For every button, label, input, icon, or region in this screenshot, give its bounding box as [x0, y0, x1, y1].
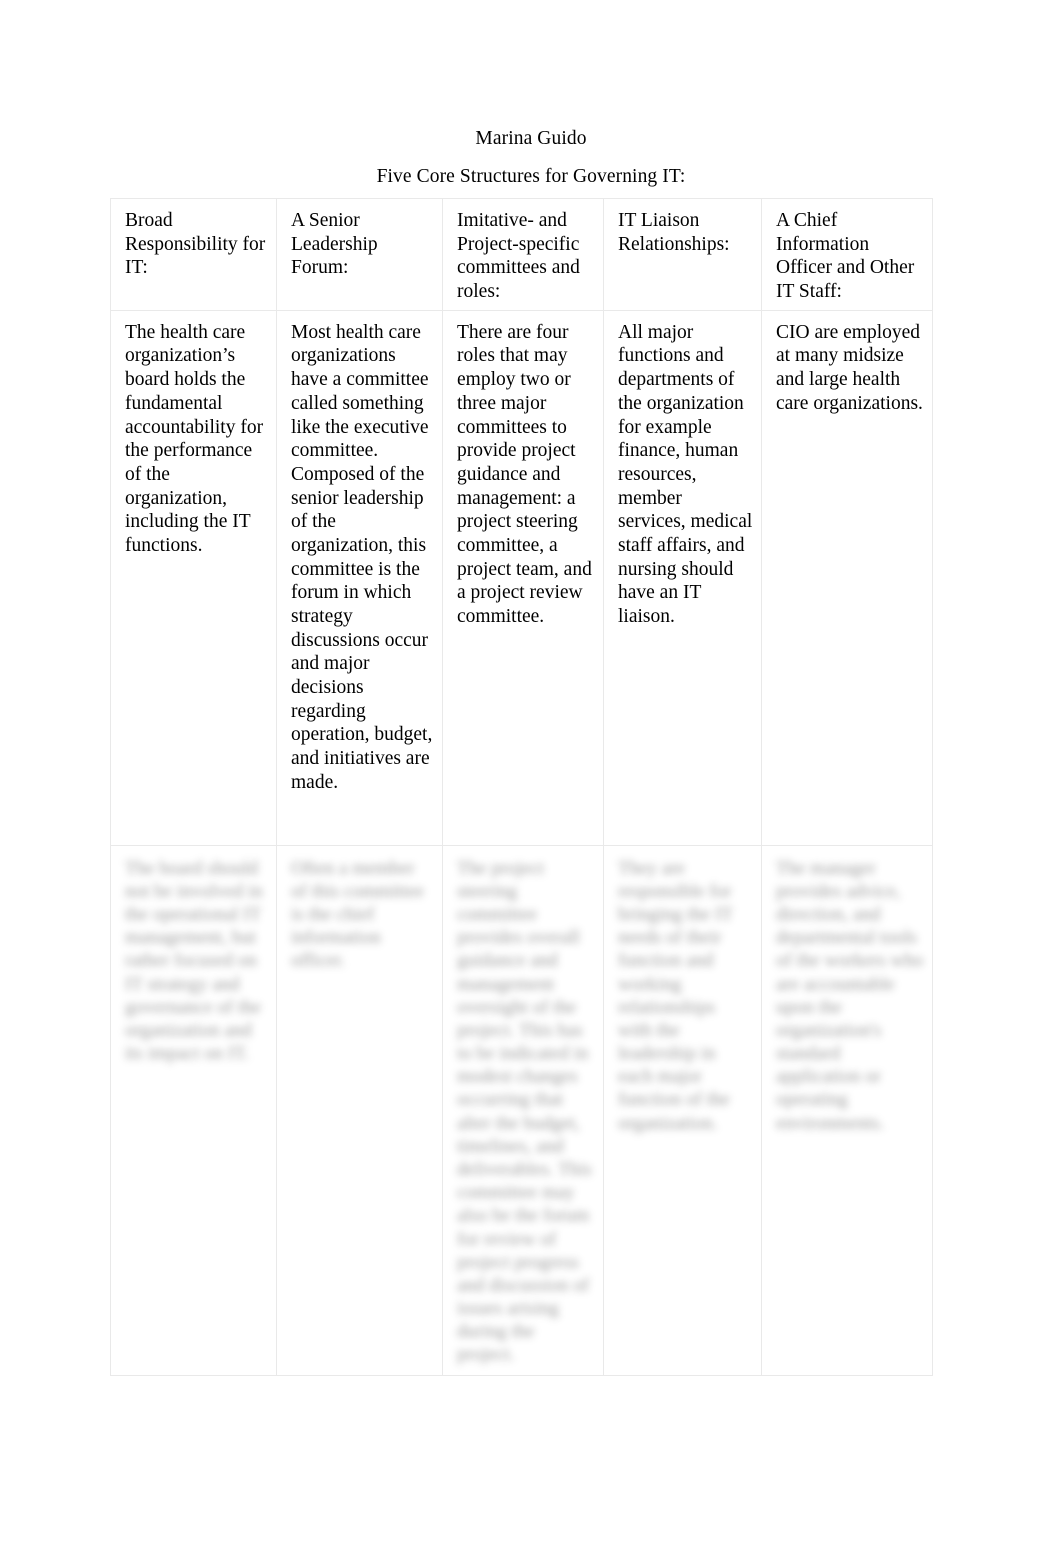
- table-cell: Often a member of this committee is the …: [276, 844, 443, 1376]
- table-cell: The health care organization’s board hol…: [110, 309, 277, 846]
- cell-text: The health care organization’s board hol…: [125, 321, 268, 556]
- header-label: IT Liaison Relationships:: [618, 210, 730, 255]
- table-cell: Most health care organizations have a co…: [276, 309, 443, 846]
- table-cell: There are four roles that may employ two…: [442, 309, 604, 846]
- cell-text: The project steering committee provides …: [457, 857, 597, 1366]
- cell-text: All major functions and departments of t…: [618, 321, 758, 627]
- table-header-cell: Broad Responsibility for IT:: [110, 198, 277, 311]
- header-label: A Senior Leadership Forum:: [291, 210, 383, 279]
- table-cell: The manager provides advice, direction, …: [761, 844, 933, 1376]
- cell-text: The board should not be involved in the …: [125, 857, 268, 1065]
- table-cell: The board should not be involved in the …: [110, 844, 277, 1376]
- header-label: A Chief Information Officer and Other IT…: [776, 210, 920, 303]
- governance-structures-table: Broad Responsibility for IT: A Senior Le…: [110, 198, 933, 1376]
- document-page: Marina Guido Five Core Structures for Go…: [0, 0, 1062, 1556]
- page-title: Five Core Structures for Governing IT:: [376, 166, 686, 187]
- cell-text: CIO are employed at many midsize and lar…: [776, 321, 925, 414]
- table-header-row: Broad Responsibility for IT: A Senior Le…: [110, 198, 933, 311]
- cell-text: They are responsible for bringing the IT…: [618, 857, 738, 1134]
- table-header-cell: IT Liaison Relationships:: [603, 198, 762, 311]
- author-name: Marina Guido: [475, 128, 587, 149]
- table-header-cell: A Senior Leadership Forum:: [276, 198, 443, 311]
- table-cell: They are responsible for bringing the IT…: [603, 844, 762, 1376]
- cell-text: There are four roles that may employ two…: [457, 321, 597, 627]
- table-header-cell: Imitative- and Project-specific committe…: [442, 198, 604, 311]
- table-row-obscured: The board should not be involved in the …: [110, 844, 933, 1376]
- table-cell: CIO are employed at many midsize and lar…: [761, 309, 933, 846]
- table-cell: All major functions and departments of t…: [603, 309, 762, 846]
- header-label: Imitative- and Project-specific committe…: [457, 210, 585, 303]
- cell-text: Most health care organizations have a co…: [291, 321, 438, 793]
- cell-text: The manager provides advice, direction, …: [776, 857, 928, 1134]
- table-cell: The project steering committee provides …: [442, 844, 604, 1376]
- header-label: Broad Responsibility for IT:: [125, 210, 271, 279]
- table-header-cell: A Chief Information Officer and Other IT…: [761, 198, 933, 311]
- cell-text: Often a member of this committee is the …: [291, 857, 429, 972]
- table-row: The health care organization’s board hol…: [110, 309, 933, 846]
